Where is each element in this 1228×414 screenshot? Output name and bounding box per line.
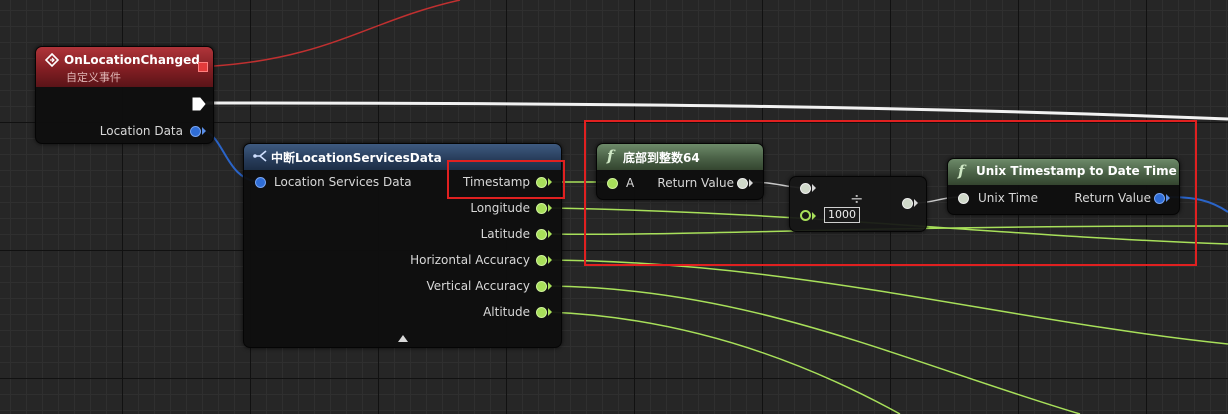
altitude-arrow-icon xyxy=(548,308,552,316)
event-diamond-icon xyxy=(45,53,59,67)
location-services-data-pin[interactable] xyxy=(255,177,266,188)
location-services-data-label: Location Services Data xyxy=(274,175,412,189)
longitude-label: Longitude xyxy=(470,201,530,215)
vertical-accuracy-arrow-icon xyxy=(548,282,552,290)
longitude-arrow-icon xyxy=(548,204,552,212)
event-node-header: OnLocationChanged 自定义事件 xyxy=(36,47,213,87)
latitude-label: Latitude xyxy=(480,227,530,241)
latitude-pin[interactable] xyxy=(536,229,547,240)
altitude-wire xyxy=(547,311,901,414)
longitude-pin[interactable] xyxy=(536,203,547,214)
location-data-arrow-icon xyxy=(202,127,206,135)
delegate-pin[interactable] xyxy=(198,62,208,72)
altitude-pin[interactable] xyxy=(536,307,547,318)
horizontal-accuracy-label: Horizontal Accuracy xyxy=(410,253,530,267)
timestamp-highlight-box xyxy=(447,160,565,199)
event-node-title: OnLocationChanged xyxy=(64,53,200,67)
latitude-arrow-icon xyxy=(548,230,552,238)
exec-wire xyxy=(205,101,1228,121)
delegate-wire xyxy=(213,0,461,67)
vertical-accuracy-wire xyxy=(547,285,1081,414)
altitude-label: Altitude xyxy=(483,305,530,319)
horizontal-accuracy-pin[interactable] xyxy=(536,255,547,266)
event-node-onlocationchanged[interactable]: OnLocationChanged 自定义事件 Location Data xyxy=(35,46,214,144)
location-data-pin[interactable] xyxy=(190,126,201,137)
exec-pin-icon[interactable] xyxy=(192,97,206,111)
horizontal-accuracy-arrow-icon xyxy=(548,256,552,264)
break-struct-icon xyxy=(253,150,267,162)
location-data-label: Location Data xyxy=(99,124,183,138)
break-node-title: 中断LocationServicesData xyxy=(271,151,442,165)
conversion-highlight-box xyxy=(584,120,1197,266)
vertical-accuracy-label: Vertical Accuracy xyxy=(426,279,530,293)
event-node-subtitle: 自定义事件 xyxy=(66,71,121,84)
collapse-triangle-icon[interactable] xyxy=(397,333,409,343)
horizontal-accuracy-wire xyxy=(547,259,1228,345)
vertical-accuracy-pin[interactable] xyxy=(536,281,547,292)
